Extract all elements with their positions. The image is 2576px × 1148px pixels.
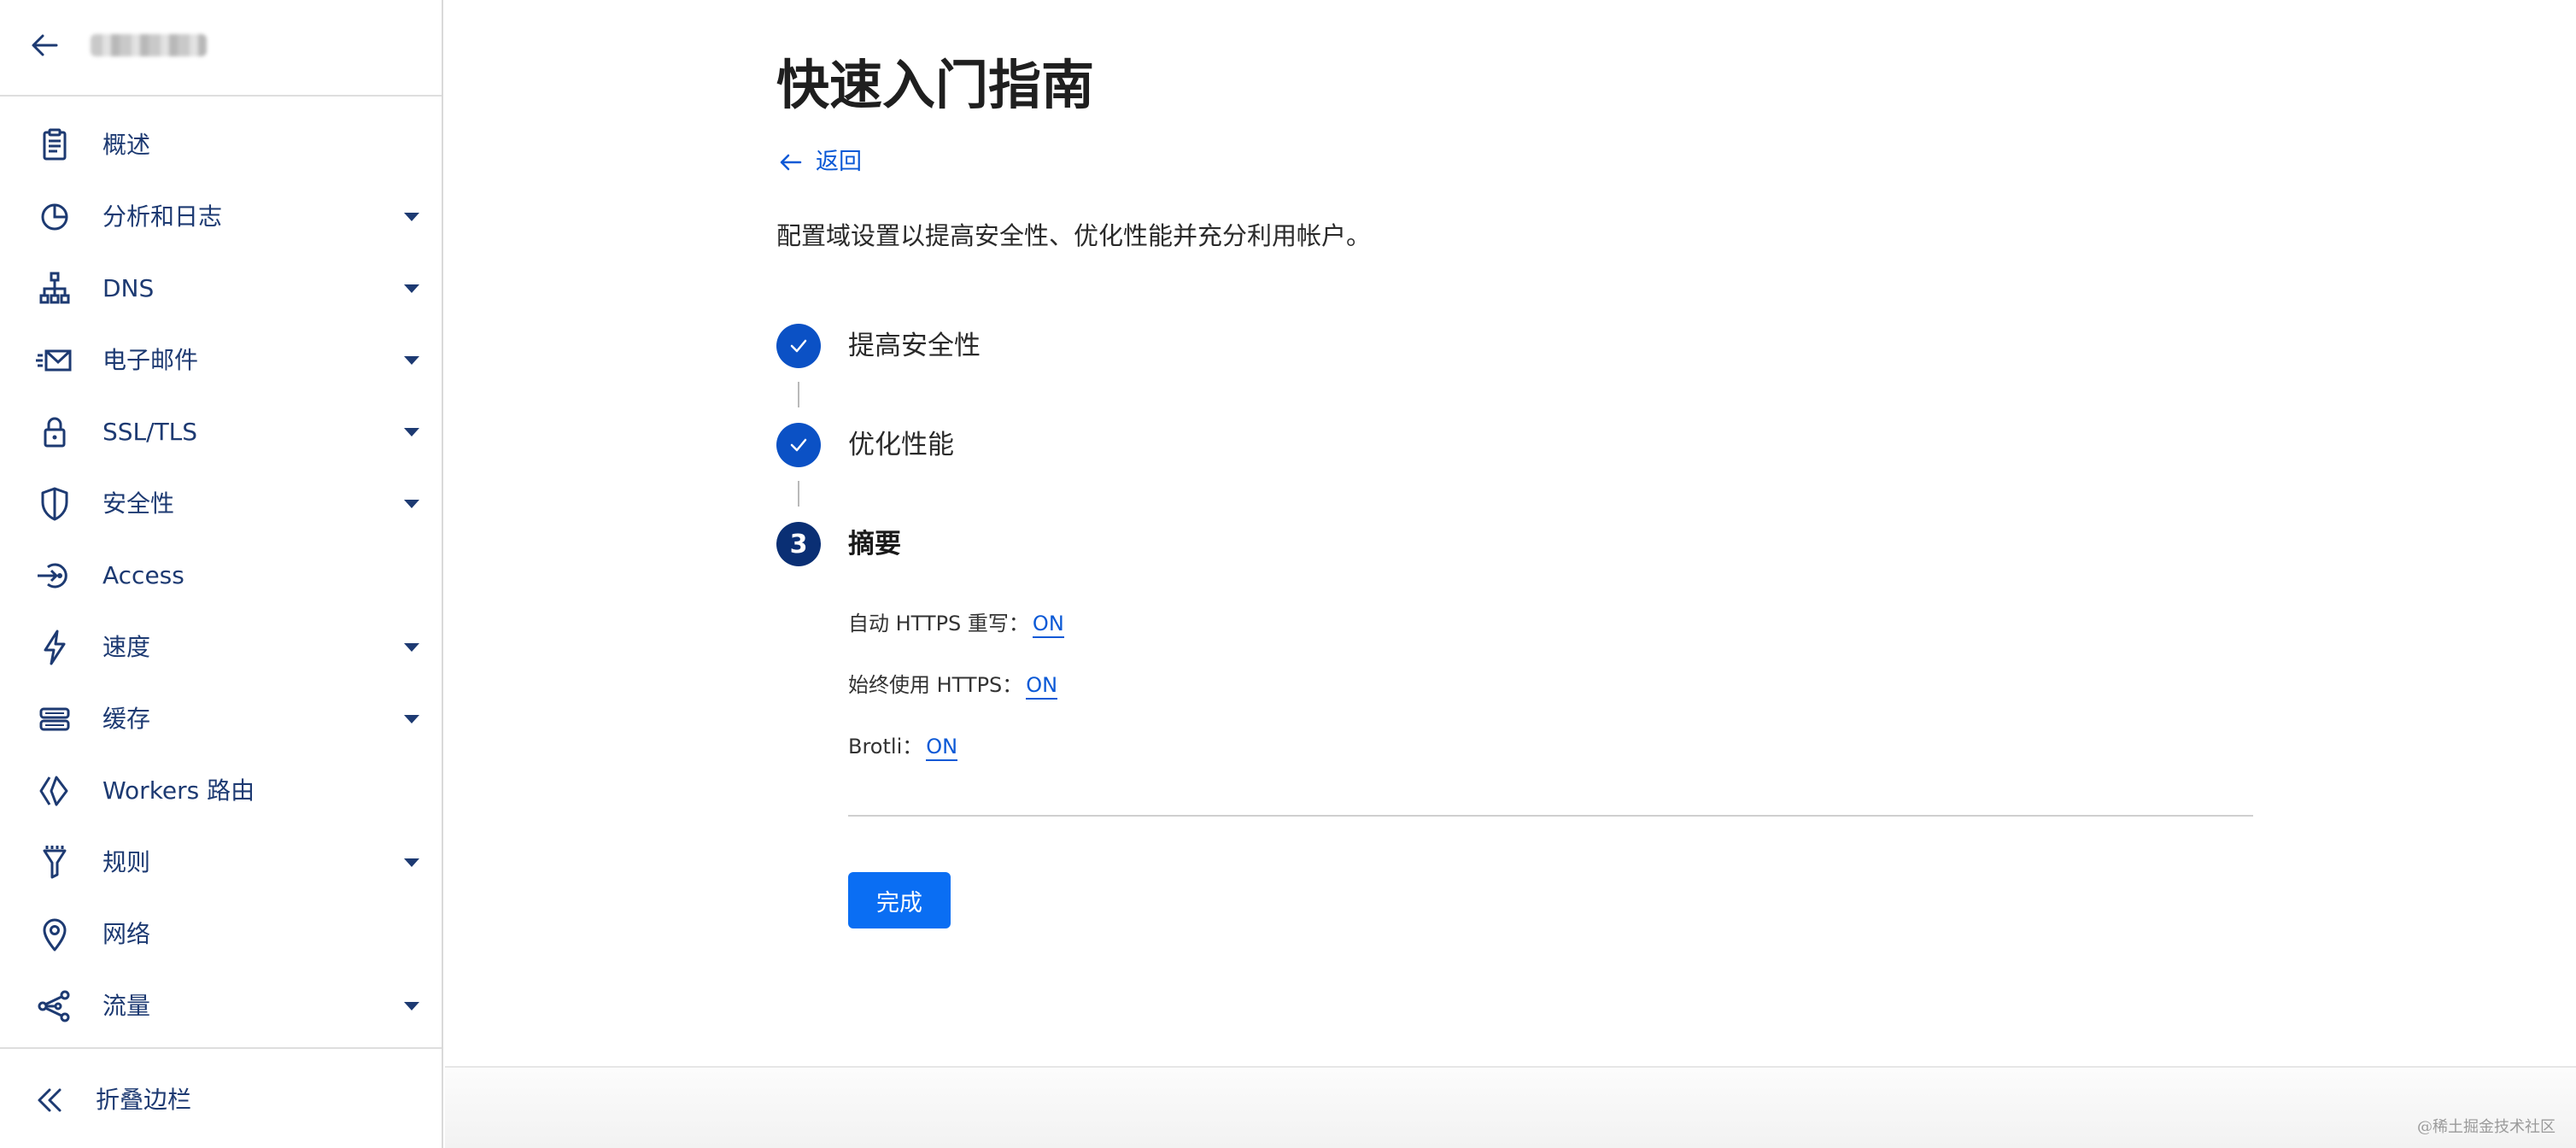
funnel-icon [34, 842, 75, 883]
step-connector [798, 481, 799, 507]
sidebar-item-workers-routes[interactable]: Workers 路由 [0, 755, 442, 827]
step-complete-indicator [776, 423, 821, 467]
chevron-down-icon[interactable] [404, 428, 419, 436]
chevron-down-icon[interactable] [404, 858, 419, 867]
sidebar-item-dns[interactable]: DNS [0, 253, 442, 325]
sidebar-item-network[interactable]: 网络 [0, 899, 442, 970]
page-description: 配置域设置以提高安全性、优化性能并充分利用帐户。 [776, 221, 1372, 250]
shield-icon [34, 483, 75, 524]
chevron-down-icon[interactable] [404, 715, 419, 723]
chevron-down-icon[interactable] [404, 1002, 419, 1010]
page-title: 快速入门指南 [776, 54, 1095, 116]
arrow-left-icon [780, 154, 802, 171]
step-label-performance: 优化性能 [848, 430, 954, 460]
sidebar-item-label: 速度 [102, 633, 151, 661]
watermark: @稀土掘金技术社区 [2417, 1118, 2556, 1136]
sidebar-item-analytics[interactable]: 分析和日志 [0, 181, 442, 253]
setting-label: 始终使用 HTTPS： [848, 673, 1023, 697]
step-connector [798, 382, 799, 407]
sidebar-item-label: 电子邮件 [102, 346, 199, 374]
main-content: 快速入门指南 返回 配置域设置以提高安全性、优化性能并充分利用帐户。 提高安全性… [445, 0, 2576, 1148]
pie-chart-icon [34, 196, 75, 237]
chevron-down-icon[interactable] [404, 213, 419, 221]
sidebar-nav: 概述 分析和日志 DNS 电子邮件 SSL/TLS 安全性 Access 速度 … [0, 109, 442, 1042]
sidebar-item-cache[interactable]: 缓存 [0, 683, 442, 755]
setting-auto-https-rewrites: 自动 HTTPS 重写： ON [848, 608, 1064, 639]
back-link-label: 返回 [816, 149, 862, 175]
sidebar-item-rules[interactable]: 规则 [0, 827, 442, 899]
collapse-sidebar-button[interactable]: 折叠边栏 [0, 1047, 442, 1148]
sidebar-item-label: 安全性 [102, 489, 175, 518]
step-complete-indicator [776, 324, 821, 368]
checkmark-icon [790, 438, 807, 452]
step-label-security: 提高安全性 [848, 331, 981, 361]
sidebar-item-label: 分析和日志 [102, 202, 223, 231]
email-icon [34, 340, 75, 381]
arrow-left-icon[interactable] [27, 28, 61, 62]
chevron-down-icon[interactable] [404, 284, 419, 293]
step-label-summary: 摘要 [848, 529, 901, 559]
setting-value-link[interactable]: ON [1026, 672, 1058, 700]
back-link[interactable]: 返回 [776, 145, 862, 179]
workers-icon [34, 770, 75, 811]
setting-label: Brotli： [848, 735, 923, 758]
setting-value-link[interactable]: ON [1032, 611, 1064, 638]
done-button[interactable]: 完成 [848, 872, 951, 928]
bottom-strip [445, 1066, 2576, 1148]
setting-brotli: Brotli： ON [848, 731, 958, 762]
sidebar-item-label: 缓存 [102, 705, 151, 733]
chevron-down-icon[interactable] [404, 500, 419, 508]
sidebar-item-label: 流量 [102, 992, 151, 1020]
sidebar-item-ssl-tls[interactable]: SSL/TLS [0, 396, 442, 468]
access-icon [34, 555, 75, 596]
chevron-down-icon[interactable] [404, 356, 419, 365]
clipboard-icon [34, 125, 75, 166]
divider [848, 815, 2253, 817]
lightning-icon [34, 627, 75, 668]
setting-label: 自动 HTTPS 重写： [848, 612, 1029, 636]
server-stack-icon [34, 699, 75, 740]
double-chevron-left-icon [32, 1083, 67, 1117]
sidebar-item-label: SSL/TLS [102, 418, 198, 446]
collapse-sidebar-label: 折叠边栏 [96, 1086, 192, 1114]
sidebar-item-access[interactable]: Access [0, 540, 442, 612]
sidebar-item-speed[interactable]: 速度 [0, 612, 442, 683]
sidebar-item-label: 网络 [102, 920, 151, 948]
step-current-indicator: 3 [776, 522, 821, 566]
account-name-redacted [91, 34, 207, 56]
share-nodes-icon [34, 986, 75, 1027]
setting-value-link[interactable]: ON [926, 734, 958, 761]
sidebar-item-traffic[interactable]: 流量 [0, 970, 442, 1042]
lock-icon [34, 412, 75, 453]
location-pin-icon [34, 914, 75, 955]
sidebar-item-security[interactable]: 安全性 [0, 468, 442, 540]
network-tree-icon [34, 268, 75, 309]
chevron-down-icon[interactable] [404, 643, 419, 652]
sidebar-item-label: DNS [102, 274, 155, 302]
sidebar-item-email[interactable]: 电子邮件 [0, 325, 442, 396]
sidebar-header [0, 0, 442, 97]
sidebar-item-label: Workers 路由 [102, 776, 255, 805]
sidebar-item-label: Access [102, 561, 184, 589]
sidebar-item-label: 概述 [102, 131, 151, 159]
sidebar: 概述 分析和日志 DNS 电子邮件 SSL/TLS 安全性 Access 速度 … [0, 0, 443, 1148]
sidebar-item-overview[interactable]: 概述 [0, 109, 442, 181]
setting-always-use-https: 始终使用 HTTPS： ON [848, 670, 1058, 700]
checkmark-icon [790, 339, 807, 353]
sidebar-item-label: 规则 [102, 848, 151, 876]
